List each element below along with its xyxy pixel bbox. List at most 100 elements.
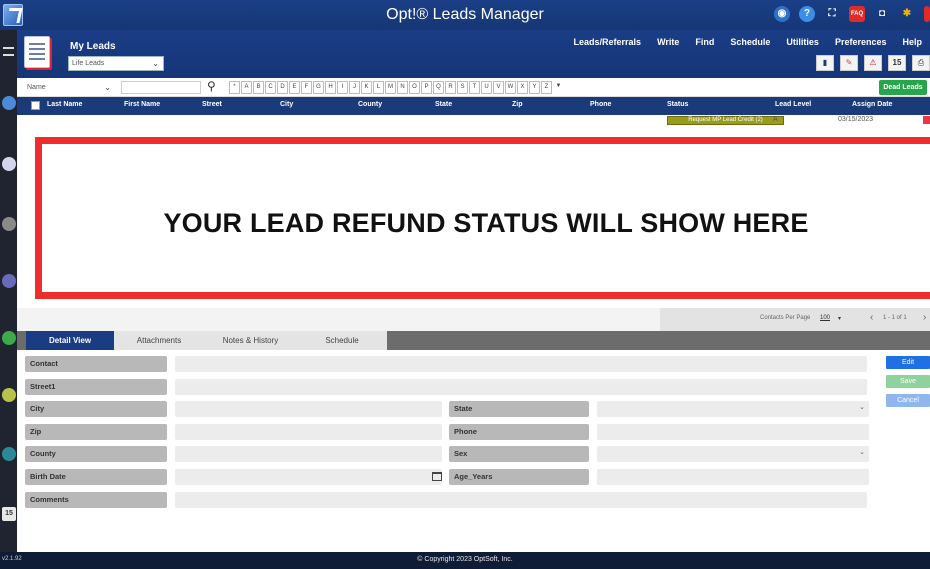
- col-county[interactable]: County: [358, 101, 382, 108]
- search-field-select[interactable]: Name ⌄: [25, 80, 115, 95]
- stats-icon[interactable]: [2, 388, 16, 402]
- home-icon[interactable]: [2, 96, 16, 110]
- col-street[interactable]: Street: [202, 101, 222, 108]
- alphabet-letter[interactable]: L: [373, 81, 384, 94]
- help-icon[interactable]: ?: [799, 6, 815, 22]
- state-select[interactable]: ⌄: [597, 401, 869, 417]
- alphabet-letter[interactable]: S: [457, 81, 468, 94]
- alphabet-letter[interactable]: M: [385, 81, 396, 94]
- tab-notes-history[interactable]: Notes & History: [204, 331, 297, 350]
- alphabet-letter[interactable]: J: [349, 81, 360, 94]
- alphabet-letter[interactable]: F: [301, 81, 312, 94]
- alphabet-letter[interactable]: O: [409, 81, 420, 94]
- col-assign-date[interactable]: Assign Date: [852, 101, 892, 108]
- cancel-button[interactable]: Cancel: [886, 394, 930, 407]
- col-state[interactable]: State: [435, 101, 452, 108]
- globe-icon[interactable]: ◉: [774, 6, 790, 22]
- calendar-picker-icon[interactable]: [432, 472, 442, 481]
- settings-gear-icon[interactable]: ✱: [899, 6, 915, 22]
- status-badge[interactable]: Request MP Lead Credit (2): [667, 116, 784, 125]
- alphabet-letter[interactable]: X: [517, 81, 528, 94]
- alphabet-letter[interactable]: H: [325, 81, 336, 94]
- alphabet-letter[interactable]: R: [445, 81, 456, 94]
- col-zip[interactable]: Zip: [512, 101, 523, 108]
- pen-icon[interactable]: ✎: [840, 55, 858, 71]
- nav-item-write[interactable]: Write: [649, 37, 687, 47]
- nav-item-help[interactable]: Help: [894, 37, 930, 47]
- col-city[interactable]: City: [280, 101, 293, 108]
- nav-item-find[interactable]: Find: [687, 37, 722, 47]
- flag-icon[interactable]: [923, 116, 930, 124]
- tab-detail-view[interactable]: Detail View: [26, 331, 114, 350]
- table-row[interactable]: Request MP Lead Credit (2) A 03/15/2023: [17, 115, 930, 126]
- col-lead-level[interactable]: Lead Level: [775, 101, 811, 108]
- city-field[interactable]: [175, 401, 442, 417]
- refund-status-notice: YOUR LEAD REFUND STATUS WILL SHOW HERE: [35, 137, 930, 299]
- comments-field[interactable]: [175, 492, 867, 508]
- notebook-icon[interactable]: ▮: [816, 55, 834, 71]
- power-icon[interactable]: [924, 6, 930, 22]
- calendar-icon[interactable]: 15: [888, 55, 906, 71]
- alphabet-letter[interactable]: W: [505, 81, 516, 94]
- prev-page-icon[interactable]: ‹: [870, 312, 873, 323]
- tab-schedule[interactable]: Schedule: [297, 331, 387, 350]
- search-input[interactable]: [121, 81, 201, 94]
- faq-icon[interactable]: FAQ: [849, 6, 865, 22]
- sex-select[interactable]: ⌄: [597, 446, 869, 462]
- edit-button[interactable]: Edit: [886, 356, 930, 369]
- search-icon[interactable]: ⚲: [207, 79, 216, 93]
- col-phone[interactable]: Phone: [590, 101, 611, 108]
- nav-item-preferences[interactable]: Preferences: [827, 37, 895, 47]
- contact-field[interactable]: [175, 356, 867, 372]
- select-all-checkbox[interactable]: [31, 101, 40, 110]
- printer-icon[interactable]: ⎙: [912, 55, 930, 71]
- alphabet-letter[interactable]: N: [397, 81, 408, 94]
- calendar-rail-icon[interactable]: 15: [2, 507, 16, 521]
- contacts-icon[interactable]: [2, 157, 16, 171]
- per-page-select[interactable]: 100: [820, 315, 830, 321]
- county-field[interactable]: [175, 446, 442, 462]
- col-first-name[interactable]: First Name: [124, 101, 160, 108]
- alphabet-letter[interactable]: D: [277, 81, 288, 94]
- alphabet-letter[interactable]: K: [361, 81, 372, 94]
- nav-item-schedule[interactable]: Schedule: [722, 37, 778, 47]
- phone-field[interactable]: [597, 424, 869, 440]
- col-last-name[interactable]: Last Name: [47, 101, 82, 108]
- birth-date-field[interactable]: [175, 469, 442, 485]
- street1-field[interactable]: [175, 379, 867, 395]
- alphabet-letter[interactable]: E: [289, 81, 300, 94]
- age-field[interactable]: [597, 469, 869, 485]
- alphabet-letter[interactable]: B: [253, 81, 264, 94]
- filter-icon[interactable]: ▼: [553, 81, 564, 94]
- alphabet-letter[interactable]: Z: [541, 81, 552, 94]
- next-page-icon[interactable]: ›: [923, 312, 926, 323]
- alphabet-letter[interactable]: A: [241, 81, 252, 94]
- alphabet-letter[interactable]: U: [481, 81, 492, 94]
- alphabet-letter[interactable]: G: [313, 81, 324, 94]
- nav-item-utilities[interactable]: Utilities: [778, 37, 827, 47]
- alphabet-letter[interactable]: Q: [433, 81, 444, 94]
- reports-icon[interactable]: [2, 274, 16, 288]
- dead-leads-button[interactable]: Dead Leads: [879, 80, 927, 95]
- alphabet-letter[interactable]: P: [421, 81, 432, 94]
- tools-icon[interactable]: [2, 217, 16, 231]
- fullscreen-icon[interactable]: ⛶: [824, 6, 840, 22]
- alphabet-letter[interactable]: I: [337, 81, 348, 94]
- chevron-down-icon[interactable]: ▾: [838, 315, 841, 322]
- camera-icon[interactable]: ◘: [874, 6, 890, 22]
- col-status[interactable]: Status: [667, 101, 688, 108]
- nav-item-leads-referrals[interactable]: Leads/Referrals: [566, 37, 650, 47]
- zip-field[interactable]: [175, 424, 442, 440]
- menu-icon[interactable]: [3, 47, 14, 56]
- alphabet-letter[interactable]: C: [265, 81, 276, 94]
- alert-icon[interactable]: ⚠: [864, 55, 882, 71]
- alphabet-letter[interactable]: T: [469, 81, 480, 94]
- save-button[interactable]: Save: [886, 375, 930, 388]
- lead-type-select[interactable]: Life Leads ⌄: [68, 56, 164, 71]
- alphabet-letter[interactable]: *: [229, 81, 240, 94]
- tab-attachments[interactable]: Attachments: [114, 331, 204, 350]
- money-icon[interactable]: [2, 331, 16, 345]
- alphabet-letter[interactable]: Y: [529, 81, 540, 94]
- phone-icon[interactable]: [2, 447, 16, 461]
- alphabet-letter[interactable]: V: [493, 81, 504, 94]
